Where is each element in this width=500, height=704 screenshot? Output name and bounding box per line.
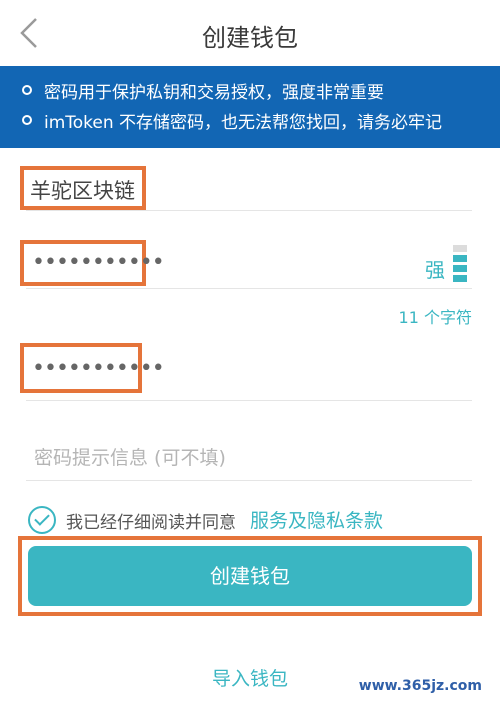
create-wallet-button[interactable]: 创建钱包 xyxy=(28,546,472,606)
wallet-name-input[interactable]: 羊驼区块链 xyxy=(30,175,135,205)
password-strength-label: 强 xyxy=(425,258,445,282)
confirm-password-input[interactable]: ••••••••••• xyxy=(32,356,165,381)
divider xyxy=(26,400,472,401)
notice-text: 密码用于保护私钥和交易授权，强度非常重要 xyxy=(44,83,384,103)
watermark: www.365jz.com xyxy=(358,678,482,694)
bullet-icon xyxy=(22,115,32,125)
security-notice: 密码用于保护私钥和交易授权，强度非常重要 imToken 不存储密码，也无法帮您… xyxy=(0,66,500,148)
password-hint-input[interactable]: 密码提示信息 (可不填) xyxy=(34,443,226,470)
page-title: 创建钱包 xyxy=(202,24,298,52)
app-header: 创建钱包 xyxy=(0,0,500,68)
password-length: 11 个字符 xyxy=(398,308,472,327)
divider xyxy=(26,480,472,481)
strength-bar xyxy=(453,275,467,282)
notice-text: imToken 不存储密码，也无法帮您找回，请务必牢记 xyxy=(44,113,443,133)
strength-bar-empty xyxy=(453,245,467,252)
password-input[interactable]: ••••••••••• xyxy=(32,250,165,275)
bullet-icon xyxy=(22,85,32,95)
strength-bar xyxy=(453,265,467,272)
notice-item: 密码用于保护私钥和交易授权，强度非常重要 xyxy=(22,78,384,103)
agree-checkbox[interactable] xyxy=(28,506,56,534)
terms-link[interactable]: 服务及隐私条款 xyxy=(250,506,383,533)
notice-item: imToken 不存储密码，也无法帮您找回，请务必牢记 xyxy=(22,108,442,133)
divider xyxy=(26,210,472,211)
strength-bar xyxy=(453,255,467,262)
agreement-text: 我已经仔细阅读并同意 xyxy=(66,513,236,533)
password-strength-meter xyxy=(453,245,467,285)
divider xyxy=(26,288,472,289)
